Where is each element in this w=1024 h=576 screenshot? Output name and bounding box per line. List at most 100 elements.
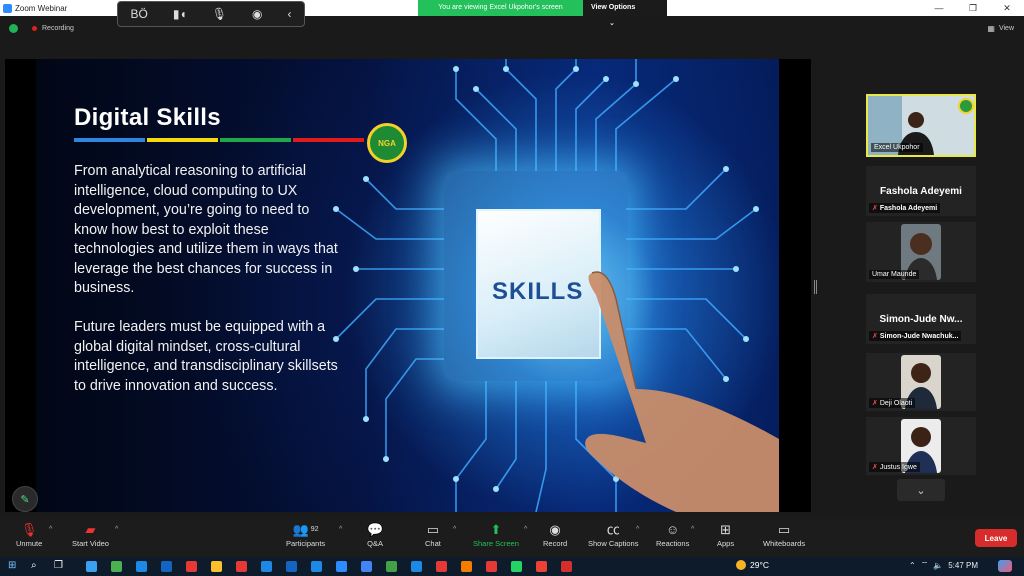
- taskbar-app-icon[interactable]: [261, 561, 272, 572]
- recording-label: Recording: [42, 25, 74, 32]
- search-icon[interactable]: ⌕: [31, 560, 37, 571]
- captions-icon: ㏄: [606, 522, 620, 537]
- restore-button[interactable]: ❐: [956, 0, 990, 16]
- participant-display-name: Simon-Jude Nw...: [879, 313, 963, 325]
- taskbar-app-icon[interactable]: [361, 561, 372, 572]
- whiteboards-label: Whiteboards: [763, 539, 806, 548]
- leave-button[interactable]: Leave: [975, 529, 1017, 547]
- captions-options-caret[interactable]: ^: [636, 526, 639, 533]
- close-button[interactable]: ✕: [990, 0, 1024, 16]
- recording-indicator: Recording: [32, 25, 74, 32]
- app-title: Zoom Webinar: [0, 3, 67, 13]
- taskbar-app-icon[interactable]: [336, 561, 347, 572]
- view-options-button[interactable]: View Options ⌄: [583, 0, 667, 27]
- participant-tile[interactable]: Simon-Jude Nw... ✗ Simon-Jude Nwachuk...: [866, 294, 976, 344]
- windows-start-icon[interactable]: ⊞: [8, 560, 16, 571]
- qa-label: Q&A: [367, 539, 384, 548]
- taskbar-app-icon[interactable]: [211, 561, 222, 572]
- taskbar-app-icon[interactable]: [186, 561, 197, 572]
- participant-tile[interactable]: ✗ Justus Igwe: [866, 417, 976, 475]
- video-off-icon: ▰: [85, 522, 96, 537]
- taskbar-app-icon[interactable]: [86, 561, 97, 572]
- taskbar-app-icon[interactable]: [461, 561, 472, 572]
- mic-muted-icon: ✗: [872, 333, 878, 340]
- participant-name: Fashola Adeyemi: [879, 204, 938, 212]
- taskbar-app-icon[interactable]: [236, 561, 247, 572]
- participant-name-tag: Excel Ukpohor: [871, 143, 923, 152]
- start-video-button[interactable]: ▰ Start Video: [72, 521, 109, 548]
- reactions-options-caret[interactable]: ^: [691, 526, 694, 533]
- reactions-button[interactable]: ☺ Reactions: [656, 521, 689, 548]
- mic-muted-icon: ✗: [872, 205, 878, 212]
- audio-bars-icon[interactable]: ▮◖: [173, 7, 187, 21]
- panel-resize-handle[interactable]: [814, 280, 817, 294]
- record-dot-icon: [32, 26, 37, 31]
- color-bar: [220, 138, 291, 142]
- audio-options-caret[interactable]: ^: [49, 526, 52, 533]
- taskbar-app-icon[interactable]: [161, 561, 172, 572]
- clock[interactable]: 5:47 PM: [948, 561, 978, 570]
- microphone-icon[interactable]: 🎙: [212, 7, 227, 21]
- share-screen-button[interactable]: ⬆ Share Screen: [473, 521, 519, 548]
- participants-button[interactable]: 👥 92 Participants: [286, 521, 325, 548]
- color-bars: [74, 138, 364, 142]
- signal-icon[interactable]: ◉: [252, 7, 262, 21]
- participants-options-caret[interactable]: ^: [339, 526, 342, 533]
- task-view-icon[interactable]: ❐: [54, 560, 63, 571]
- unmute-button[interactable]: 🎙 Unmute: [16, 521, 42, 548]
- tray-up-icon[interactable]: ⌃: [909, 561, 916, 570]
- share-screen-label: Share Screen: [473, 539, 519, 548]
- view-button[interactable]: ▦ View: [987, 24, 1014, 33]
- qa-button[interactable]: 💬 Q&A: [367, 521, 383, 548]
- taskbar-app-icon[interactable]: [286, 561, 297, 572]
- record-button[interactable]: ◉ Record: [543, 521, 567, 548]
- participant-name: Umar Maunde: [872, 271, 917, 278]
- chat-options-caret[interactable]: ^: [453, 526, 456, 533]
- taskbar-app-icon[interactable]: [536, 561, 547, 572]
- participant-tile[interactable]: ✗ Deji Olaoti: [866, 353, 976, 411]
- participant-name-tag: ✗ Deji Olaoti: [869, 398, 916, 408]
- temperature: 29°C: [750, 560, 769, 570]
- chat-button[interactable]: ▭ Chat: [425, 521, 441, 548]
- notifications-icon[interactable]: [998, 560, 1012, 572]
- taskbar-app-icon[interactable]: [486, 561, 497, 572]
- taskbar-app-icon[interactable]: [511, 561, 522, 572]
- participant-tile[interactable]: Umar Maunde: [866, 222, 976, 282]
- taskbar-app-icon[interactable]: [386, 561, 397, 572]
- participant-tile-active-speaker[interactable]: Excel Ukpohor: [866, 94, 976, 157]
- os-taskbar: ⊞ ⌕ ❐ 29°C ⌃ ⌔ 🔈 5:47 PM: [0, 557, 1024, 576]
- chevron-left-icon[interactable]: ‹: [287, 7, 291, 21]
- annotate-button[interactable]: ✎: [12, 486, 38, 512]
- network-icon[interactable]: ⌔: [921, 560, 929, 570]
- slide-title: Digital Skills: [74, 104, 221, 131]
- chat-icon: ▭: [426, 522, 440, 537]
- taskbar-app-icon[interactable]: [111, 561, 122, 572]
- minimize-button[interactable]: —: [922, 0, 956, 16]
- chat-label: Chat: [425, 539, 441, 548]
- taskbar-app-icon[interactable]: [136, 561, 147, 572]
- nga-logo: NGA: [367, 123, 407, 163]
- share-options-caret[interactable]: ^: [524, 526, 527, 533]
- apps-button[interactable]: ⊞ Apps: [717, 521, 734, 548]
- taskbar-app-icon[interactable]: [311, 561, 322, 572]
- color-bar: [293, 138, 364, 142]
- record-label: Record: [543, 539, 568, 548]
- taskbar-app-icon[interactable]: [411, 561, 422, 572]
- volume-icon[interactable]: 🔈: [933, 561, 943, 570]
- taskbar-app-icon[interactable]: [561, 561, 572, 572]
- slide-paragraph-2: Future leaders must be equipped with a g…: [74, 319, 338, 394]
- whiteboards-button[interactable]: ▭ Whiteboards: [763, 521, 805, 548]
- apps-label: Apps: [717, 539, 735, 548]
- security-shield-icon[interactable]: [9, 24, 18, 33]
- chevron-down-icon: ⌄: [916, 484, 926, 497]
- meeting-toolbar: 🎙 Unmute ^ ▰ Start Video ^ 👥 92 Participa…: [0, 517, 1024, 557]
- show-captions-button[interactable]: ㏄ Show Captions: [588, 521, 638, 548]
- reactions-icon: ☺: [666, 522, 680, 537]
- participant-tile[interactable]: Fashola Adeyemi ✗ Fashola Adeyemi: [866, 166, 976, 216]
- bo-icon[interactable]: BÖ: [131, 7, 148, 21]
- video-options-caret[interactable]: ^: [115, 526, 118, 533]
- weather-widget[interactable]: 29°C: [736, 560, 769, 570]
- qa-icon: 💬: [367, 522, 384, 537]
- taskbar-app-icon[interactable]: [436, 561, 447, 572]
- gallery-scroll-down-button[interactable]: ⌄: [897, 479, 945, 501]
